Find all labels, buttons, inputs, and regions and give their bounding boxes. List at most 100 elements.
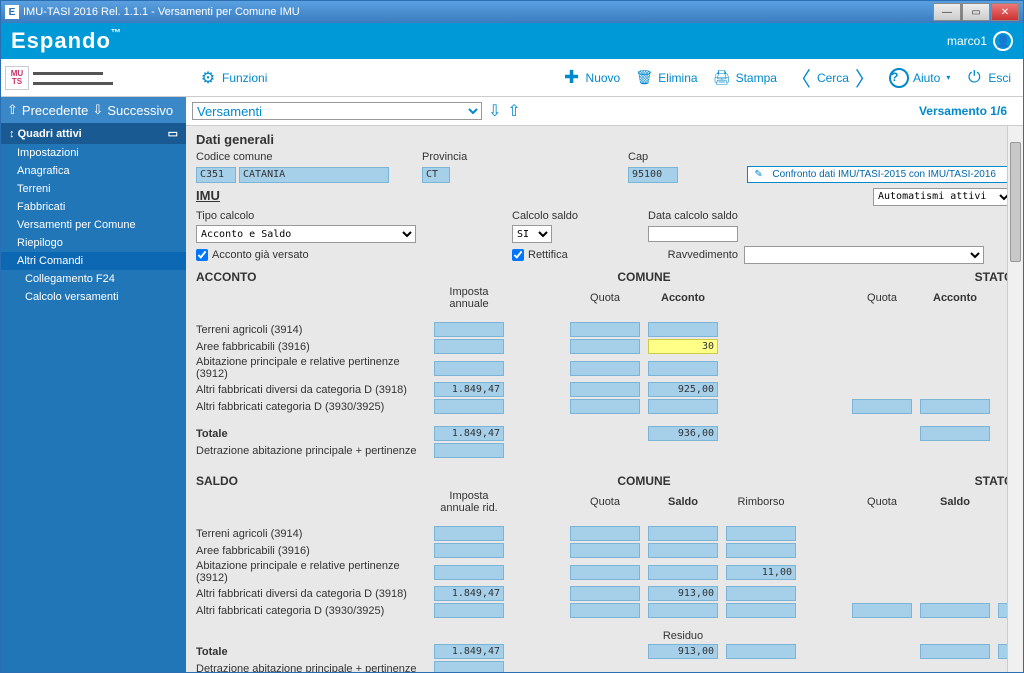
sidebar-item-versamenti[interactable]: Versamenti per Comune	[1, 216, 186, 234]
scrollbar-thumb[interactable]	[1010, 142, 1021, 262]
window-title: IMU-TASI 2016 Rel. 1.1.1 - Versamenti pe…	[23, 6, 933, 18]
row-abitazione: Abitazione principale e relative pertine…	[196, 356, 426, 380]
saldo-grid: SALDO COMUNE STATO Imposta annuale rid. …	[196, 474, 1013, 672]
app-window: E IMU-TASI 2016 Rel. 1.1.1 - Versamenti …	[0, 0, 1024, 673]
sidebar-item-altri-comandi[interactable]: Altri Comandi	[1, 252, 186, 270]
s-tot-imposta[interactable]: 1.849,47	[434, 644, 504, 659]
arrow-up-icon[interactable]: ⇧	[7, 102, 18, 118]
versamenti-select[interactable]: Versamenti	[192, 102, 482, 120]
close-button[interactable]: ✕	[991, 3, 1019, 21]
next-label[interactable]: Successivo	[107, 103, 173, 118]
provincia-field[interactable]: CT	[422, 167, 450, 183]
chevron-left-icon[interactable]: 〈	[787, 63, 815, 92]
search-nav: 〈 Cerca 〉	[787, 63, 879, 92]
elimina-button[interactable]: Elimina	[630, 66, 701, 90]
altri-nd-acconto[interactable]: 925,00	[648, 382, 718, 397]
acconto-section-title: ACCONTO	[196, 270, 426, 284]
quadri-expand-icon[interactable]: ▭	[168, 127, 178, 140]
content-area: Dati generali Codice comune Provincia Ca…	[186, 126, 1023, 672]
sidebar-item-riepilogo[interactable]: Riepilogo	[1, 234, 186, 252]
vertical-scrollbar[interactable]	[1007, 126, 1023, 672]
arrow-down-icon[interactable]: ⇩	[92, 102, 103, 118]
acconto-versato-check[interactable]: Acconto già versato	[196, 249, 506, 261]
power-icon	[964, 68, 984, 88]
gear-icon	[198, 68, 218, 88]
imposta-annuale-header: Imposta annuale	[434, 286, 504, 310]
quota-header: Quota	[570, 292, 640, 304]
print-icon	[712, 68, 732, 88]
codice-comune-label: Codice comune	[196, 151, 416, 163]
automatismi-select[interactable]: Automatismi attivi	[873, 188, 1013, 206]
nuovo-button[interactable]: Nuovo	[558, 66, 625, 90]
cap-field[interactable]: 95100	[628, 167, 678, 183]
stampa-button[interactable]: Stampa	[708, 66, 781, 90]
s-altri-nd-imposta[interactable]: 1.849,47	[434, 586, 504, 601]
prev-label[interactable]: Precedente	[22, 103, 89, 118]
compare-button[interactable]: Confronto dati IMU/TASI-2015 con IMU/TAS…	[747, 166, 1013, 183]
move-down-icon[interactable]: ⇩	[488, 101, 501, 121]
sidebar-sub-f24[interactable]: Collegamento F24	[1, 270, 186, 288]
tot-imposta[interactable]: 1.849,47	[434, 426, 504, 441]
srow-aree: Aree fabbricabili (3916)	[196, 545, 426, 557]
srow-altri-nd: Altri fabbricati diversi da categoria D …	[196, 588, 426, 600]
imu-title: IMU	[196, 188, 220, 203]
data-calcolo-label: Data calcolo saldo	[648, 210, 738, 222]
app-icon: E	[5, 5, 19, 19]
tipo-calcolo-select[interactable]: Acconto e Saldo	[196, 225, 416, 243]
ravvedimento-select[interactable]	[744, 246, 984, 264]
plus-icon	[562, 68, 582, 88]
titlebar: E IMU-TASI 2016 Rel. 1.1.1 - Versamenti …	[1, 1, 1023, 23]
tipo-calcolo-label: Tipo calcolo	[196, 210, 506, 222]
funzioni-button[interactable]: Funzioni	[194, 66, 271, 90]
rettifica-check[interactable]: Rettifica	[512, 249, 642, 261]
module-logo-icon: MUTS	[5, 66, 29, 90]
aree-acconto-field[interactable]: 30	[648, 339, 718, 354]
srow-detraz: Detrazione abitazione principale + perti…	[196, 663, 426, 673]
trash-icon	[634, 68, 654, 88]
quadri-header[interactable]: ↕ Quadri attivi ▭	[1, 123, 186, 144]
dati-generali-title: Dati generali	[196, 132, 1013, 147]
row-terreni: Terreni agricoli (3914)	[196, 324, 426, 336]
srow-totale: Totale	[196, 646, 426, 658]
stato-acconto-header: Acconto	[920, 292, 990, 304]
saldo-quota-header: Quota	[570, 496, 640, 508]
codice-comune-field[interactable]: C351	[196, 167, 236, 183]
sidebar-item-impostazioni[interactable]: Impostazioni	[1, 144, 186, 162]
sidebar-item-anagrafica[interactable]: Anagrafica	[1, 162, 186, 180]
sidebar-sub-calcolo[interactable]: Calcolo versamenti	[1, 288, 186, 306]
residuo-header: Residuo	[648, 630, 718, 642]
versamento-counter: Versamento 1/6	[919, 104, 1007, 118]
aiuto-button[interactable]: Aiuto▾	[885, 66, 954, 90]
sidebar-item-terreni[interactable]: Terreni	[1, 180, 186, 198]
saldo-section-title: SALDO	[196, 474, 426, 488]
cerca-label[interactable]: Cerca	[817, 71, 849, 85]
ravvedimento-label: Ravvedimento	[648, 249, 738, 261]
chevron-right-icon[interactable]: 〉	[851, 63, 879, 92]
user-icon[interactable]: 👤	[993, 31, 1013, 51]
minimize-button[interactable]: —	[933, 3, 961, 21]
sidebar-item-fabbricati[interactable]: Fabbricati	[1, 198, 186, 216]
dropdown-row: Versamenti ⇩ ⇧ Versamento 1/6	[186, 97, 1023, 126]
maximize-button[interactable]: ▭	[962, 3, 990, 21]
stato-quota2-header: Quota	[852, 496, 912, 508]
abit-rimborso[interactable]: 11,00	[726, 565, 796, 580]
data-calcolo-field[interactable]	[648, 226, 738, 242]
sidebar: MUTS ▬▬▬▬▬▬▬▬▬▬▬▬▬▬▬ ⇧ Precedente ⇩ Succ…	[1, 59, 186, 672]
row-totale: Totale	[196, 428, 426, 440]
calcolo-saldo-select[interactable]: SI	[512, 225, 552, 243]
esci-button[interactable]: Esci	[960, 66, 1015, 90]
sidebar-header: MUTS ▬▬▬▬▬▬▬▬▬▬▬▬▬▬▬	[1, 59, 186, 97]
saldo-comune-header: COMUNE	[570, 474, 718, 488]
s-altri-nd-saldo[interactable]: 913,00	[648, 586, 718, 601]
imposta-rid-header: Imposta annuale rid.	[434, 490, 504, 514]
brand-bar: Espando™ marco1 👤	[1, 23, 1023, 59]
provincia-label: Provincia	[422, 151, 622, 163]
tot-acconto[interactable]: 936,00	[648, 426, 718, 441]
nav-bar: ⇧ Precedente ⇩ Successivo	[1, 97, 186, 123]
srow-abit: Abitazione principale e relative pertine…	[196, 560, 426, 584]
move-up-icon[interactable]: ⇧	[507, 101, 520, 121]
s-tot-saldo[interactable]: 913,00	[648, 644, 718, 659]
row-detrazione: Detrazione abitazione principale + perti…	[196, 445, 426, 457]
altri-nd-imposta[interactable]: 1.849,47	[434, 382, 504, 397]
comune-nome-field[interactable]: CATANIA	[239, 167, 389, 183]
